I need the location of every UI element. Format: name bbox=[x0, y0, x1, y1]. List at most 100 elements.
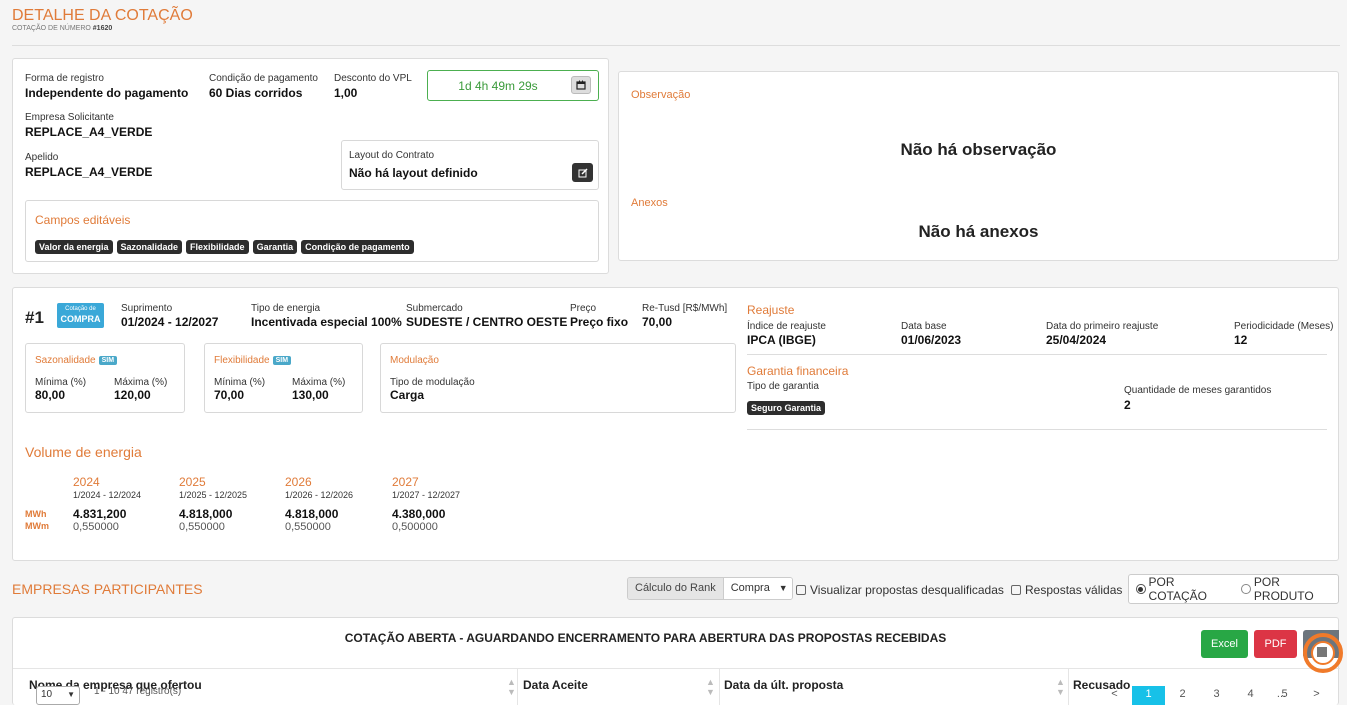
rank-group: Cálculo do Rank Compra ▼ bbox=[627, 577, 793, 600]
reajuste-divider bbox=[747, 354, 1327, 355]
badge-sazonalidade: Sazonalidade bbox=[116, 240, 183, 254]
edit-icon bbox=[578, 167, 588, 177]
column-data-ult-proposta[interactable]: Data da últ. proposta bbox=[724, 678, 843, 692]
volume-year-2027: 2027 1/2027 - 12/2027 4.380,000 0,500000 bbox=[392, 475, 460, 533]
records-count: 1 - 10 47 registro(s) bbox=[94, 686, 182, 697]
observation-title: Observação bbox=[631, 89, 691, 101]
data-base-value: 01/06/2023 bbox=[901, 333, 962, 347]
badge-flexibilidade: Flexibilidade bbox=[186, 240, 249, 254]
flexibilidade-title: Flexibilidade SIM bbox=[214, 355, 292, 366]
volume-mwm: 0,550000 bbox=[285, 521, 331, 533]
condicao-label: Condição de pagamento bbox=[209, 73, 318, 84]
primeiro-reajuste-value: 25/04/2024 bbox=[1046, 333, 1107, 347]
export-excel-button[interactable]: Excel bbox=[1201, 630, 1248, 658]
checkbox-box[interactable] bbox=[1011, 585, 1021, 595]
radio-por-produto[interactable]: POR PRODUTO bbox=[1241, 575, 1338, 603]
pagination-page-4[interactable]: 4 bbox=[1234, 686, 1267, 705]
page-size-value: 10 bbox=[41, 689, 53, 700]
checkbox-validas-label: Respostas válidas bbox=[1025, 583, 1123, 597]
pagination-page-3[interactable]: 3 bbox=[1200, 686, 1233, 705]
volume-year: 2024 bbox=[73, 475, 100, 489]
radio-por-cotacao[interactable]: POR COTAÇÃO bbox=[1136, 575, 1231, 603]
chevron-down-icon: ▼ bbox=[67, 690, 75, 699]
sort-icon[interactable]: ▲ ▼ bbox=[706, 677, 715, 697]
apelido-label: Apelido bbox=[25, 152, 59, 163]
quote-type-tag: Cotação de COMPRA bbox=[57, 303, 104, 328]
page-subtitle: COTAÇÃO DE NÚMERO #1620 bbox=[12, 25, 113, 32]
quote-status-text: COTAÇÃO ABERTA - AGUARDANDO ENCERRAMENTO… bbox=[344, 631, 947, 645]
badge-valor-energia: Valor da energia bbox=[35, 240, 113, 254]
forma-label: Forma de registro bbox=[25, 73, 104, 84]
garantia-divider bbox=[747, 429, 1327, 430]
modulacao-tipo-value: Carga bbox=[390, 388, 425, 402]
radio-por-produto-label: POR PRODUTO bbox=[1253, 575, 1314, 603]
radio-selected-icon bbox=[1136, 584, 1146, 594]
pagination-prev[interactable]: < bbox=[1098, 686, 1131, 705]
retusd-value: 70,00 bbox=[642, 315, 673, 329]
apelido-value: REPLACE_A4_VERDE bbox=[25, 165, 153, 179]
sort-icon[interactable]: ▲ ▼ bbox=[507, 677, 516, 697]
column-divider bbox=[517, 668, 518, 705]
calendar-icon[interactable] bbox=[571, 76, 591, 94]
checkbox-validas[interactable]: Respostas válidas bbox=[1011, 583, 1122, 597]
editable-fields-badges: Valor da energia Sazonalidade Flexibilidad… bbox=[35, 237, 418, 255]
layout-label: Layout do Contrato bbox=[349, 150, 435, 161]
column-data-aceite[interactable]: Data Aceite bbox=[523, 678, 588, 692]
submercado-value: SUDESTE / CENTRO OESTE bbox=[406, 315, 568, 329]
pagination-next[interactable]: > bbox=[1300, 686, 1333, 705]
export-pdf-button[interactable]: PDF bbox=[1254, 630, 1297, 658]
periodicidade-label: Periodicidade (Meses) bbox=[1234, 321, 1334, 332]
periodicidade-value: 12 bbox=[1234, 333, 1248, 347]
garantia-tipo-badge: Seguro Garantia bbox=[747, 401, 826, 415]
volume-year: 2027 bbox=[392, 475, 419, 489]
flexibilidade-box: Flexibilidade SIM Mínima (%) 70,00 Máxima… bbox=[204, 343, 363, 413]
modulacao-title: Modulação bbox=[390, 355, 439, 366]
sort-icon[interactable]: ▲ ▼ bbox=[1056, 677, 1065, 697]
indice-value: IPCA (IBGE) bbox=[747, 333, 816, 347]
volume-mwh: 4.380,000 bbox=[392, 507, 446, 521]
reajuste-title: Reajuste bbox=[747, 303, 795, 317]
table-header-divider bbox=[13, 668, 1340, 669]
indice-label: Índice de reajuste bbox=[747, 321, 826, 332]
tipo-energia-value: Incentivada especial 100% bbox=[251, 315, 402, 329]
badge-garantia: Garantia bbox=[252, 240, 298, 254]
checkbox-desqualificadas-label: Visualizar propostas desqualificadas bbox=[810, 583, 1004, 597]
volume-year-2025: 2025 1/2025 - 12/2025 4.818,000 0,550000 bbox=[179, 475, 247, 533]
pagination-page-1[interactable]: 1 bbox=[1132, 686, 1165, 705]
forma-value: Independente do pagamento bbox=[25, 86, 189, 100]
pagination-page-5[interactable]: 5 bbox=[1268, 686, 1301, 705]
volume-title: Volume de energia bbox=[25, 444, 142, 460]
volume-mwh: 4.831,200 bbox=[73, 507, 127, 521]
checkbox-box[interactable] bbox=[796, 585, 806, 595]
rank-select[interactable]: Compra ▼ bbox=[723, 578, 792, 599]
pagination-page-2[interactable]: 2 bbox=[1166, 686, 1199, 705]
view-mode-radio-group: POR COTAÇÃO POR PRODUTO bbox=[1128, 574, 1339, 604]
chat-widget-icon[interactable] bbox=[1302, 632, 1344, 674]
desconto-label: Desconto do VPL bbox=[334, 73, 412, 84]
volume-mwm: 0,500000 bbox=[392, 521, 438, 533]
empresa-value: REPLACE_A4_VERDE bbox=[25, 125, 153, 139]
flexibilidade-min-value: 70,00 bbox=[214, 388, 245, 402]
data-base-label: Data base bbox=[901, 321, 947, 332]
quote-info-card: Forma de registro Independente do pagame… bbox=[12, 58, 609, 274]
edit-layout-button[interactable] bbox=[572, 163, 593, 182]
radio-unselected-icon bbox=[1241, 584, 1251, 594]
observation-card: Observação Não há observação Anexos Não … bbox=[618, 71, 1339, 261]
volume-year-2024: 2024 1/2024 - 12/2024 4.831,200 0,550000 bbox=[73, 475, 141, 533]
attachments-title: Anexos bbox=[631, 197, 668, 209]
preco-label: Preço bbox=[570, 303, 597, 314]
sazonalidade-title: Sazonalidade SIM bbox=[35, 355, 118, 366]
page-size-select[interactable]: 10 ▼ bbox=[36, 686, 80, 705]
preco-value: Preço fixo bbox=[570, 315, 629, 329]
empresa-label: Empresa Solicitante bbox=[25, 112, 114, 123]
editable-fields-title: Campos editáveis bbox=[35, 213, 131, 227]
sazonalidade-box: Sazonalidade SIM Mínima (%) 80,00 Máxima … bbox=[25, 343, 185, 413]
volume-year-2026: 2026 1/2026 - 12/2026 4.818,000 0,550000 bbox=[285, 475, 353, 533]
modulacao-box: Modulação Tipo de modulação Carga bbox=[380, 343, 736, 413]
volume-mwm: 0,550000 bbox=[179, 521, 225, 533]
checkbox-desqualificadas[interactable]: Visualizar propostas desqualificadas bbox=[796, 583, 1004, 597]
unit-mwh: MWh bbox=[25, 509, 47, 519]
layout-value: Não há layout definido bbox=[349, 166, 478, 180]
radio-por-cotacao-label: POR COTAÇÃO bbox=[1148, 575, 1207, 603]
volume-period: 1/2027 - 12/2027 bbox=[392, 490, 461, 500]
